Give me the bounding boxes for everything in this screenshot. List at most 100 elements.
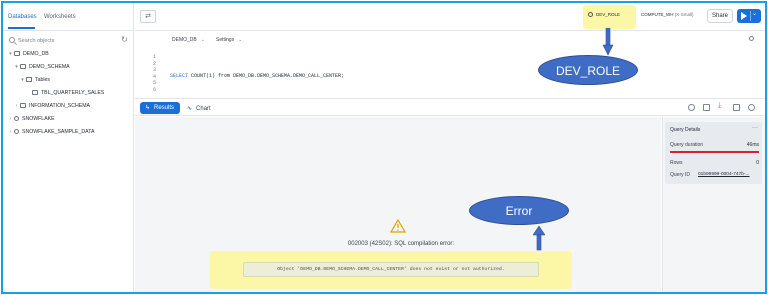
settings-menu[interactable]: Settings ⌄ bbox=[216, 37, 242, 43]
chevron-right-icon[interactable]: › bbox=[8, 129, 13, 135]
line-number: 5 bbox=[152, 80, 156, 86]
refresh-icon[interactable]: ↻ bbox=[121, 36, 128, 44]
chevron-down-icon[interactable]: ▾ bbox=[20, 77, 25, 83]
chart-icon: ∿ bbox=[187, 106, 193, 112]
chevron-right-icon[interactable]: › bbox=[14, 103, 19, 109]
database-context-selector[interactable]: DEMO_DB ⌄ bbox=[172, 37, 205, 43]
play-icon bbox=[741, 12, 747, 20]
results-pane: 002003 (42S02): SQL compilation error: O… bbox=[135, 117, 661, 292]
error-callout: Error bbox=[469, 196, 569, 225]
run-button[interactable]: ⌄ bbox=[737, 9, 761, 23]
results-tab-label: Results bbox=[154, 105, 175, 111]
chevron-down-icon[interactable]: ▾ bbox=[8, 51, 13, 57]
search-input[interactable] bbox=[18, 35, 118, 47]
schema-icon bbox=[20, 64, 26, 69]
tree-item-label: SNOWFLAKE_SAMPLE_DATA bbox=[22, 128, 95, 135]
editor-context-bar: DEMO_DB ⌄ Settings ⌄ bbox=[135, 32, 765, 48]
sql-statement: COUNT(1) from DEMO_DB.DEMO_SCHEMA.DEMO_C… bbox=[188, 73, 345, 79]
share-icon bbox=[14, 129, 19, 134]
line-number: 2 bbox=[152, 60, 156, 67]
tree-item[interactable]: › SNOWFLAKE_SAMPLE_DATA bbox=[8, 127, 95, 136]
search-icon[interactable] bbox=[688, 104, 695, 111]
tab-worksheets[interactable]: Worksheets bbox=[44, 14, 76, 20]
rows-label: Rows bbox=[670, 160, 683, 166]
user-icon bbox=[588, 12, 593, 17]
duration-value: 46ms bbox=[746, 142, 759, 148]
warehouse-selector[interactable]: COMPUTE_WH (X-Small) bbox=[641, 12, 694, 17]
database-context-label: DEMO_DB bbox=[172, 37, 197, 43]
query-id-label: Query ID bbox=[670, 172, 691, 178]
tree-item[interactable]: › SNOWFLAKE bbox=[8, 114, 55, 123]
sql-keyword: SELECT bbox=[170, 73, 189, 79]
settings-label: Settings bbox=[216, 37, 235, 43]
object-explorer-sidebar: Databases Worksheets ↻ ▾ DEMO_DB ▾ DEMO_SCH… bbox=[3, 3, 134, 292]
search-icon bbox=[9, 37, 15, 43]
tree-item[interactable]: ▾ Tables bbox=[20, 75, 50, 84]
error-message: Object 'DEMO_DB.DEMO_SCHEMA.DEMO_CALL_CE… bbox=[243, 262, 539, 277]
line-number: 3 bbox=[152, 67, 156, 73]
query-details-title: Query Details bbox=[670, 127, 701, 133]
app-window: Databases Worksheets ↻ ▾ DEMO_DB ▾ DEMO_SCH… bbox=[1, 1, 767, 294]
query-id-link[interactable]: 01b99999-0004-747b-... bbox=[698, 172, 749, 177]
tree-item-label: SNOWFLAKE bbox=[22, 115, 55, 122]
split-view-icon[interactable] bbox=[733, 104, 740, 111]
role-highlight bbox=[583, 5, 636, 29]
query-details-card: Query Details ··· Query duration 46ms Ro… bbox=[665, 122, 762, 184]
columns-icon[interactable] bbox=[703, 104, 710, 111]
history-icon[interactable] bbox=[748, 104, 755, 111]
tree-item[interactable]: › INFORMATION_SCHEMA bbox=[14, 101, 90, 110]
warehouse-size: (X-Small) bbox=[674, 12, 694, 17]
object-search: ↻ bbox=[7, 35, 129, 47]
results-tab[interactable]: ↳ Results bbox=[140, 102, 180, 114]
chevron-down-icon[interactable]: ⌄ bbox=[752, 10, 757, 17]
tree-item-label: Tables bbox=[35, 76, 50, 83]
run-divider bbox=[750, 11, 751, 21]
share-button[interactable]: Share bbox=[707, 9, 733, 23]
arrow-up-icon bbox=[533, 225, 545, 251]
role-selector[interactable]: DEV_ROLE bbox=[588, 12, 620, 17]
tab-databases[interactable]: Databases bbox=[8, 14, 37, 20]
line-number: 1 bbox=[152, 54, 156, 60]
warehouse-label: COMPUTE_WH bbox=[641, 12, 674, 17]
sql-code-line[interactable]: SELECT COUNT(1) from DEMO_DB.DEMO_SCHEMA… bbox=[170, 73, 344, 79]
tree-item-label: TBL_QUARTERLY_SALES bbox=[41, 89, 105, 96]
line-number: 4 bbox=[152, 73, 156, 80]
chart-tab[interactable]: ∿ Chart bbox=[187, 105, 211, 112]
schema-icon bbox=[20, 103, 26, 108]
chevron-down-icon: ⌄ bbox=[200, 37, 205, 43]
download-icon[interactable]: ⤓ bbox=[718, 102, 725, 109]
rows-value: 0 bbox=[756, 160, 759, 166]
role-callout: DEV_ROLE bbox=[538, 55, 638, 85]
chevron-right-icon[interactable]: › bbox=[8, 116, 13, 122]
tree-item[interactable]: TBL_QUARTERLY_SALES bbox=[26, 88, 104, 97]
return-arrow-icon: ↳ bbox=[145, 105, 151, 111]
duration-bar bbox=[670, 151, 759, 153]
query-details-panel: Query Details ··· Query duration 46ms Ro… bbox=[662, 117, 765, 292]
switch-panel-button[interactable]: ⇄ bbox=[140, 10, 156, 23]
error-code: 002003 (42S02): SQL compilation error: bbox=[347, 241, 455, 247]
worksheet-topbar: ⇄ DEV_ROLE COMPUTE_WH (X-Small) Share ⌄ bbox=[135, 3, 765, 31]
chart-tab-label: Chart bbox=[196, 106, 211, 112]
tree-item[interactable]: ▾ DEMO_SCHEMA bbox=[14, 62, 70, 71]
share-icon bbox=[14, 116, 19, 121]
results-toolbar: ↳ Results ∿ Chart ⤓ bbox=[135, 98, 765, 116]
table-icon bbox=[32, 90, 38, 95]
swap-icon: ⇄ bbox=[145, 13, 151, 20]
duration-label: Query duration bbox=[670, 142, 704, 148]
search-icon[interactable] bbox=[749, 36, 754, 41]
more-icon[interactable]: ··· bbox=[752, 125, 758, 131]
sql-editor[interactable]: 123456 SELECT COUNT(1) from DEMO_DB.DEMO… bbox=[135, 48, 765, 98]
arrow-down-icon bbox=[603, 28, 613, 56]
folder-icon bbox=[26, 77, 32, 82]
chevron-down-icon[interactable]: ▾ bbox=[14, 64, 19, 70]
warning-icon bbox=[390, 219, 406, 233]
tree-item-label: DEMO_DB bbox=[23, 50, 49, 57]
line-number: 6 bbox=[152, 86, 156, 93]
tree-item[interactable]: ▾ DEMO_DB bbox=[8, 49, 49, 58]
tree-item-label: DEMO_SCHEMA bbox=[29, 63, 70, 70]
active-tab-indicator bbox=[8, 27, 35, 29]
tree-item-label: INFORMATION_SCHEMA bbox=[29, 102, 91, 109]
role-label: DEV_ROLE bbox=[596, 12, 621, 17]
database-icon bbox=[14, 51, 20, 56]
chevron-down-icon: ⌄ bbox=[238, 37, 243, 43]
